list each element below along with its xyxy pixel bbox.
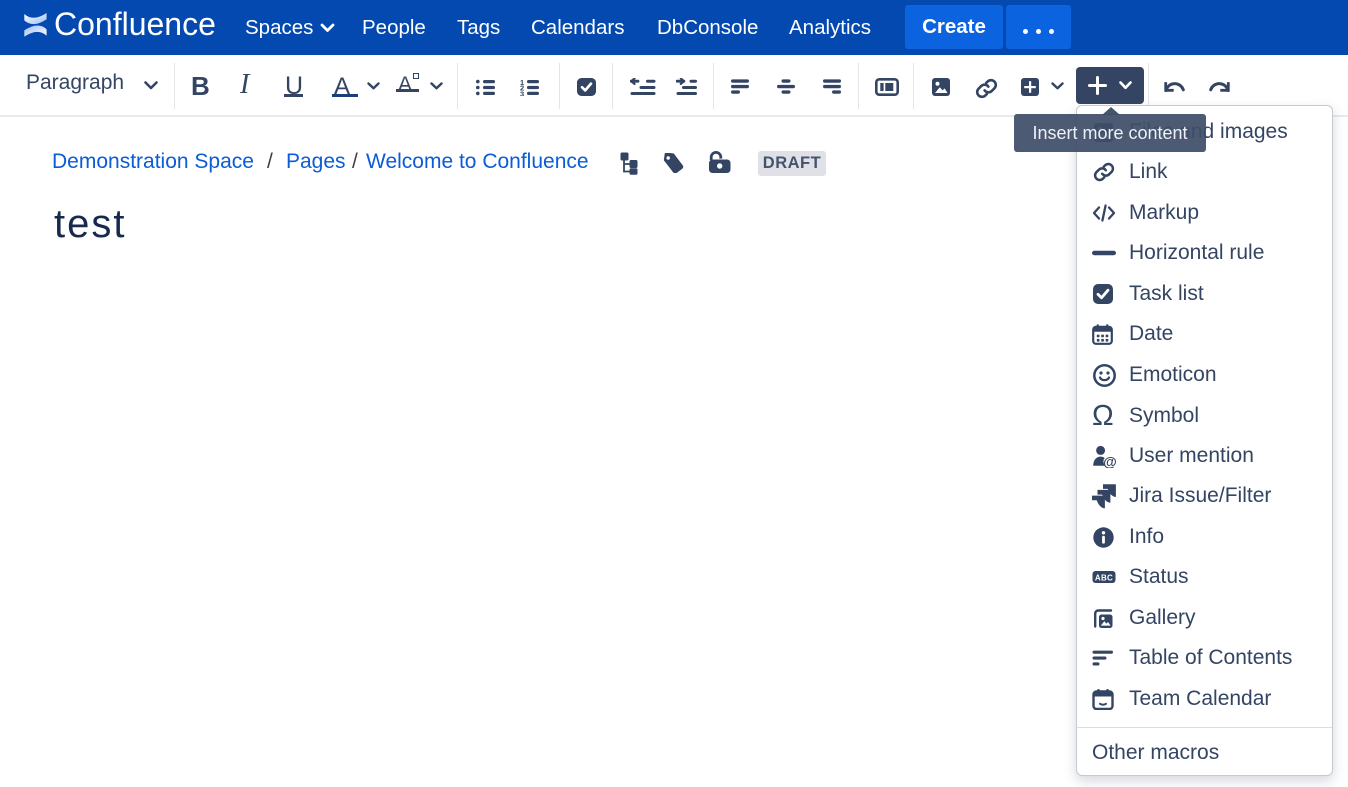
svg-text:3: 3 <box>520 89 524 96</box>
svg-text:@: @ <box>1103 453 1117 468</box>
svg-text:ABC: ABC <box>1095 574 1113 583</box>
